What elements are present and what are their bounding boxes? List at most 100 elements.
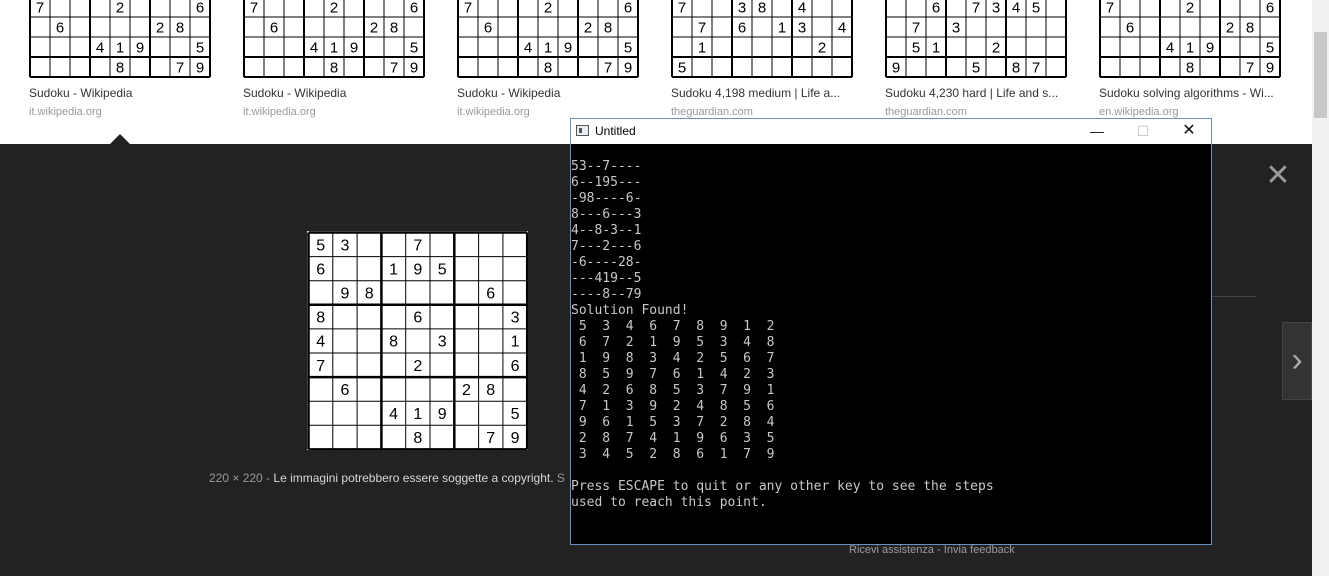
result-thumbnail[interactable]: 7 2 66 2 84 1 9 58 7 9 [1099,0,1281,78]
sudoku-digit: 4 [316,334,325,351]
feedback-link[interactable]: Invia feedback [944,544,1015,556]
sudoku-digit: 6 [511,358,520,375]
result-thumbnail[interactable]: 6 7 3 4 57 35 1 29 5 8 7 [885,0,1067,78]
close-window-button[interactable]: ✕ [1166,119,1212,144]
result-thumbnail[interactable]: 7 3 8 47 6 1 3 41 25 [671,0,853,78]
sudoku-digit: 4 [524,39,532,56]
result-card[interactable]: 7266284195879 Sudoku solving algorithms … [1099,0,1289,118]
sudoku-digit: 6 [1266,0,1274,16]
result-thumbnail[interactable]: 7 2 66 2 84 1 9 58 7 9 [457,0,639,78]
sudoku-digit: 2 [1226,19,1234,36]
sudoku-digit: 7 [1032,59,1040,76]
result-title[interactable]: Sudoku - Wikipedia [457,86,647,100]
sudoku-digit: 6 [484,19,492,36]
sudoku-digit: 9 [136,39,144,56]
sudoku-digit: 9 [624,59,632,76]
sudoku-digit: 1 [1186,39,1194,56]
sudoku-digit: 6 [486,286,495,303]
sudoku-digit: 4 [798,0,806,16]
sudoku-digit: 9 [350,39,358,56]
separator: - [262,471,274,485]
console-output[interactable]: 53--7---- 6--195--- -98----6- 8---6---3 … [571,159,1211,544]
sudoku-digit: 7 [413,237,422,254]
selected-result-pointer [110,134,130,144]
sudoku-digit: 3 [798,19,806,36]
copyright-tail: S [553,471,565,485]
sudoku-digit: 9 [413,261,422,278]
close-preview-icon[interactable]: ✕ [1264,161,1292,191]
sudoku-digit: 3 [952,19,960,36]
result-card[interactable]: 738476134125 Sudoku 4,198 medium | Life … [671,0,861,118]
minimize-button[interactable]: — [1074,119,1120,144]
sudoku-digit: 7 [972,0,980,16]
sudoku-digit: 2 [116,0,124,16]
sudoku-digit: 2 [156,19,164,36]
sudoku-digit: 7 [486,430,495,447]
preview-sudoku-image[interactable]: 5 3 76 1 9 59 8 68 6 34 8 3 17 2 66 2 84 1 9 58 7 9 [307,231,528,450]
result-title[interactable]: Sudoku 4,230 hard | Life and s... [885,86,1075,100]
result-title[interactable]: Sudoku 4,198 medium | Life a... [671,86,861,100]
sudoku-digit: 6 [932,0,940,16]
window-titlebar[interactable]: Untitled — ☐ ✕ [571,119,1211,144]
sudoku-digit: 1 [116,39,124,56]
sudoku-digit: 6 [340,382,349,399]
sudoku-digit: 3 [992,0,1000,16]
sudoku-digit: 6 [624,0,632,16]
result-title[interactable]: Sudoku - Wikipedia [29,86,219,100]
sudoku-digit: 2 [1186,0,1194,16]
sudoku-digit: 9 [410,59,418,76]
sudoku-digit: 8 [330,59,338,76]
help-link[interactable]: Ricevi assistenza [849,544,934,556]
sudoku-digit: 1 [544,39,552,56]
sudoku-digit: 2 [992,39,1000,56]
result-source[interactable]: theguardian.com [671,106,753,118]
console-app-icon[interactable] [576,125,589,136]
sudoku-digit: 6 [413,310,422,327]
result-card[interactable]: 67345735129587 Sudoku 4,230 hard | Life … [885,0,1075,118]
result-card[interactable]: 7266284195879 Sudoku - Wikipedia it.wiki… [243,0,433,118]
next-image-icon[interactable]: › [1282,322,1312,400]
image-info: 220 × 220 - Le immagini potrebbero esser… [209,471,565,485]
sudoku-digit: 6 [196,0,204,16]
sudoku-digit: 9 [196,59,204,76]
sudoku-digit: 9 [564,39,572,56]
console-window[interactable]: Untitled — ☐ ✕ 53--7---- 6--195--- -98--… [570,118,1212,545]
image-dimensions: 220 × 220 [209,471,263,485]
sudoku-digit: 2 [818,39,826,56]
sudoku-digit: 8 [486,382,495,399]
result-title[interactable]: Sudoku - Wikipedia [243,86,433,100]
sudoku-digit: 9 [1206,39,1214,56]
sudoku-digit: 9 [340,286,349,303]
sudoku-digit: 4 [1012,0,1020,16]
result-card[interactable]: 7266284195879 Sudoku - Wikipedia it.wiki… [457,0,647,118]
result-source[interactable]: it.wikipedia.org [457,106,530,118]
sudoku-digit: 7 [912,19,920,36]
sudoku-digit: 5 [316,237,325,254]
sudoku-digit: 2 [544,0,552,16]
page-scrollbar-thumb[interactable] [1314,32,1327,118]
sudoku-digit: 5 [511,406,520,423]
sudoku-digit: 2 [584,19,592,36]
sudoku-digit: 5 [438,261,447,278]
sudoku-digit: 7 [678,0,686,16]
sudoku-digit: 7 [250,0,258,16]
sudoku-digit: 9 [438,406,447,423]
sudoku-digit: 1 [698,39,706,56]
result-source[interactable]: en.wikipedia.org [1099,106,1179,118]
result-thumbnail[interactable]: 7 2 66 2 84 1 9 58 7 9 [29,0,211,78]
result-title[interactable]: Sudoku solving algorithms - Wi... [1099,86,1289,100]
sudoku-digit: 3 [340,237,349,254]
maximize-button[interactable]: ☐ [1120,119,1166,144]
result-source[interactable]: it.wikipedia.org [29,106,102,118]
sudoku-digit: 9 [1266,59,1274,76]
sudoku-digit: 2 [370,19,378,36]
sudoku-digit: 6 [316,261,325,278]
result-card[interactable]: 7266284195879 Sudoku - Wikipedia it.wiki… [29,0,219,118]
result-source[interactable]: theguardian.com [885,106,967,118]
result-source[interactable]: it.wikipedia.org [243,106,316,118]
result-thumbnail[interactable]: 7 2 66 2 84 1 9 58 7 9 [243,0,425,78]
sudoku-digit: 6 [738,19,746,36]
sudoku-digit: 6 [410,0,418,16]
sudoku-digit: 5 [1032,0,1040,16]
divider [1212,296,1256,297]
